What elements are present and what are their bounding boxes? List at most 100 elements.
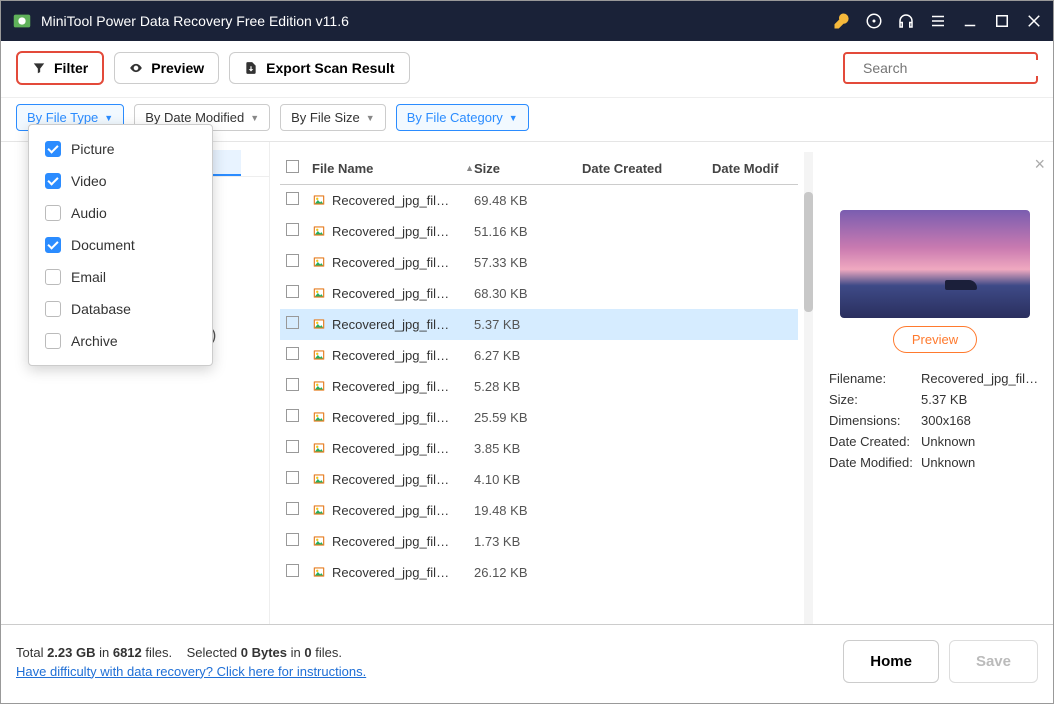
file-row[interactable]: Recovered_jpg_fil… 6.27 KB [280, 340, 798, 371]
col-filename[interactable]: File Name▲ [312, 161, 474, 176]
row-checkbox[interactable] [286, 347, 299, 360]
preview-open-button[interactable]: Preview [893, 326, 977, 353]
image-file-icon [312, 503, 326, 517]
file-row[interactable]: Recovered_jpg_fil… 5.37 KB [280, 309, 798, 340]
file-row[interactable]: Recovered_jpg_fil… 57.33 KB [280, 247, 798, 278]
row-checkbox[interactable] [286, 285, 299, 298]
col-date-modified[interactable]: Date Modif [712, 161, 792, 176]
file-row[interactable]: Recovered_jpg_fil… 19.48 KB [280, 495, 798, 526]
file-row[interactable]: Recovered_jpg_fil… 68.30 KB [280, 278, 798, 309]
chevron-down-icon: ▼ [366, 113, 375, 123]
preview-button[interactable]: Preview [114, 52, 219, 84]
file-size: 3.85 KB [474, 441, 582, 456]
row-checkbox[interactable] [286, 316, 299, 329]
meta-created-label: Date Created: [829, 434, 921, 449]
minimize-icon[interactable] [961, 12, 979, 30]
row-checkbox[interactable] [286, 471, 299, 484]
key-icon[interactable] [833, 12, 851, 30]
app-logo [11, 10, 33, 32]
type-option-database[interactable]: Database [33, 293, 208, 325]
file-row[interactable]: Recovered_jpg_fil… 4.10 KB [280, 464, 798, 495]
meta-modified-label: Date Modified: [829, 455, 921, 470]
save-button[interactable]: Save [949, 640, 1038, 683]
window-title: MiniTool Power Data Recovery Free Editio… [41, 13, 825, 29]
type-option-video[interactable]: Video [33, 165, 208, 197]
home-button[interactable]: Home [843, 640, 939, 683]
row-checkbox[interactable] [286, 564, 299, 577]
preview-meta: Filename:Recovered_jpg_file(1 Size:5.37 … [829, 371, 1041, 470]
file-size: 5.28 KB [474, 379, 582, 394]
row-checkbox[interactable] [286, 409, 299, 422]
meta-size-value: 5.37 KB [921, 392, 1041, 407]
image-file-icon [312, 410, 326, 424]
checkbox-icon[interactable] [45, 237, 61, 253]
image-file-icon [312, 193, 326, 207]
meta-dimensions-value: 300x168 [921, 413, 1041, 428]
maximize-icon[interactable] [993, 12, 1011, 30]
checkbox-icon[interactable] [45, 333, 61, 349]
status-summary: Total 2.23 GB in 6812 files. Selected 0 … [16, 645, 366, 660]
close-icon[interactable] [1025, 12, 1043, 30]
meta-dimensions-label: Dimensions: [829, 413, 921, 428]
file-row[interactable]: Recovered_jpg_fil… 5.28 KB [280, 371, 798, 402]
file-name: Recovered_jpg_fil… [332, 565, 449, 580]
checkbox-icon[interactable] [45, 173, 61, 189]
image-file-icon [312, 317, 326, 331]
file-size: 26.12 KB [474, 565, 582, 580]
file-name: Recovered_jpg_fil… [332, 503, 449, 518]
meta-filename-label: Filename: [829, 371, 921, 386]
row-checkbox[interactable] [286, 533, 299, 546]
image-file-icon [312, 379, 326, 393]
row-checkbox[interactable] [286, 192, 299, 205]
checkbox-icon[interactable] [45, 301, 61, 317]
row-checkbox[interactable] [286, 440, 299, 453]
file-size: 25.59 KB [474, 410, 582, 425]
chevron-down-icon: ▼ [509, 113, 518, 123]
type-option-label: Archive [71, 333, 118, 349]
scrollbar[interactable] [804, 152, 813, 624]
type-option-email[interactable]: Email [33, 261, 208, 293]
file-row[interactable]: Recovered_jpg_fil… 69.48 KB [280, 185, 798, 216]
file-row[interactable]: Recovered_jpg_fil… 51.16 KB [280, 216, 798, 247]
disc-icon[interactable] [865, 12, 883, 30]
preview-pane: × Preview Filename:Recovered_jpg_file(1 … [815, 152, 1049, 624]
type-option-picture[interactable]: Picture [33, 133, 208, 165]
file-row[interactable]: Recovered_jpg_fil… 26.12 KB [280, 557, 798, 588]
checkbox-icon[interactable] [45, 205, 61, 221]
file-row[interactable]: Recovered_jpg_fil… 1.73 KB [280, 526, 798, 557]
col-size[interactable]: Size [474, 161, 582, 176]
scrollbar-thumb[interactable] [804, 192, 813, 312]
file-name: Recovered_jpg_fil… [332, 348, 449, 363]
funnel-icon [32, 61, 46, 75]
export-icon [244, 61, 258, 75]
headphones-icon[interactable] [897, 12, 915, 30]
checkbox-icon[interactable] [45, 269, 61, 285]
file-name: Recovered_jpg_fil… [332, 224, 449, 239]
file-name: Recovered_jpg_fil… [332, 286, 449, 301]
col-date-created[interactable]: Date Created [582, 161, 712, 176]
row-checkbox[interactable] [286, 223, 299, 236]
type-option-document[interactable]: Document [33, 229, 208, 261]
file-row[interactable]: Recovered_jpg_fil… 25.59 KB [280, 402, 798, 433]
type-option-archive[interactable]: Archive [33, 325, 208, 357]
search-input[interactable] [863, 60, 1044, 76]
search-box[interactable] [843, 52, 1038, 84]
file-size: 1.73 KB [474, 534, 582, 549]
chip-by-file-size[interactable]: By File Size▼ [280, 104, 386, 131]
chip-by-file-category[interactable]: By File Category▼ [396, 104, 529, 131]
menu-icon[interactable] [929, 12, 947, 30]
select-all-checkbox[interactable] [286, 160, 299, 173]
close-preview-icon[interactable]: × [1034, 154, 1045, 175]
type-option-audio[interactable]: Audio [33, 197, 208, 229]
image-file-icon [312, 441, 326, 455]
filter-button[interactable]: Filter [16, 51, 104, 85]
row-checkbox[interactable] [286, 378, 299, 391]
row-checkbox[interactable] [286, 502, 299, 515]
file-size: 5.37 KB [474, 317, 582, 332]
checkbox-icon[interactable] [45, 141, 61, 157]
export-button[interactable]: Export Scan Result [229, 52, 409, 84]
row-checkbox[interactable] [286, 254, 299, 267]
preview-button-label: Preview [151, 60, 204, 76]
file-row[interactable]: Recovered_jpg_fil… 3.85 KB [280, 433, 798, 464]
help-link[interactable]: Have difficulty with data recovery? Clic… [16, 664, 366, 679]
